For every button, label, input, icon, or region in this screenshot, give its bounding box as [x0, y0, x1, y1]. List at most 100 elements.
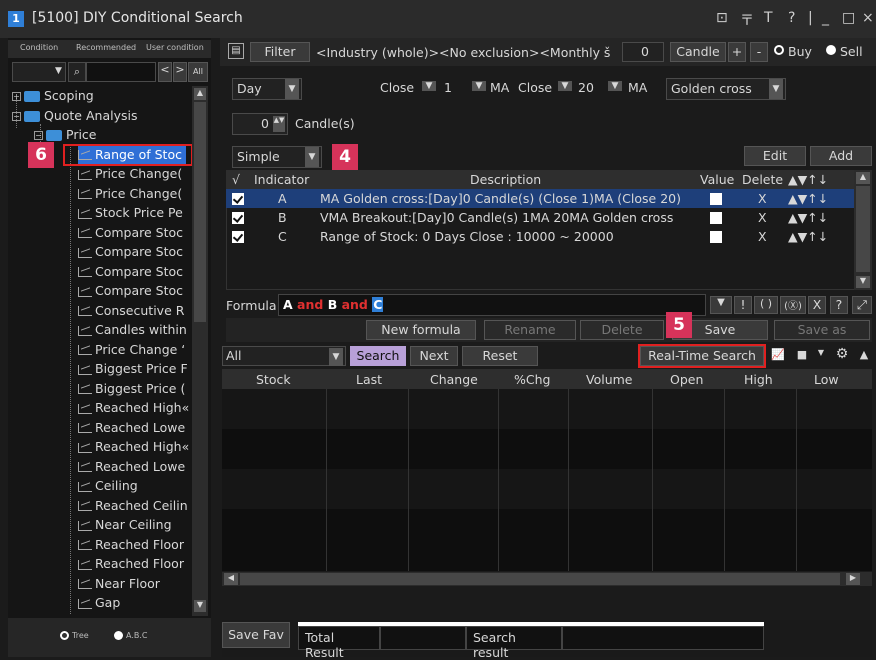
tree-item[interactable]: Compare Stoc	[78, 262, 183, 281]
collapse-up-icon[interactable]: ▲	[856, 348, 872, 362]
radio-abc[interactable]	[114, 631, 123, 640]
formula-clear-button[interactable]: X	[808, 296, 826, 314]
results-hscrollbar[interactable]: ◀ ▶	[222, 572, 872, 586]
square-icon[interactable]: ■	[794, 348, 810, 362]
next-button[interactable]: >	[173, 62, 187, 82]
col-open[interactable]: Open	[670, 372, 703, 387]
col-change[interactable]: Change	[430, 372, 478, 387]
row-order-buttons[interactable]: ▲▼↑↓	[788, 191, 828, 206]
row-delete-button[interactable]: X	[758, 229, 767, 244]
scroll-left-icon[interactable]: ◀	[224, 573, 238, 585]
delete-formula-button[interactable]: Delete	[580, 320, 664, 340]
tree-item[interactable]: Reached Floor	[78, 535, 184, 554]
new-formula-button[interactable]: New formula	[366, 320, 476, 340]
rename-button[interactable]: Rename	[484, 320, 576, 340]
tree-item[interactable]: Biggest Price F	[78, 359, 188, 378]
tree-item[interactable]: Compare Stoc	[78, 281, 183, 300]
chevron-down-icon[interactable]: ▼	[816, 348, 826, 362]
scroll-thumb[interactable]	[194, 102, 206, 322]
tree-search-input[interactable]	[86, 62, 156, 82]
formula-help-button[interactable]: ?	[830, 296, 848, 314]
tree-item[interactable]: Ceiling	[78, 476, 138, 495]
row-checkbox[interactable]	[232, 231, 244, 243]
minimize-icon[interactable]: _	[822, 10, 829, 26]
next-button[interactable]: Next	[410, 346, 458, 366]
col-last[interactable]: Last	[356, 372, 382, 387]
row-order-buttons[interactable]: ▲▼↑↓	[788, 210, 828, 225]
col-pct-chg[interactable]: %Chg	[514, 372, 550, 387]
col-stock[interactable]: Stock	[256, 372, 291, 387]
ma-period-select-2[interactable]: 20 ▼	[578, 80, 624, 100]
table-row[interactable]: A MA Golden cross:[Day]0 Candle(s) (Clos…	[226, 189, 854, 208]
tree-item[interactable]: Reached High«	[78, 437, 189, 456]
close-icon[interactable]: ×	[862, 10, 874, 26]
save-fav-button[interactable]: Save Fav	[222, 622, 290, 648]
tree-item[interactable]: Price Change(	[78, 164, 182, 183]
row-order-buttons[interactable]: ▲▼↑↓	[788, 229, 828, 244]
row-value-box[interactable]	[710, 212, 722, 224]
pin-icon[interactable]: 〒	[740, 10, 754, 30]
formula-dropdown-button[interactable]: ▼	[710, 296, 732, 314]
tree-item[interactable]: Reached High«	[78, 398, 189, 417]
tree-item[interactable]: Price Change(	[78, 184, 182, 203]
table-row[interactable]: C Range of Stock: 0 Days Close : 10000 ~…	[226, 227, 854, 246]
tree-item[interactable]: Reached Lowe	[78, 457, 185, 476]
col-volume[interactable]: Volume	[586, 372, 633, 387]
tree-item[interactable]: Compare Stoc	[78, 242, 183, 261]
gear-icon[interactable]: ⚙	[834, 346, 850, 362]
font-icon[interactable]: T	[764, 10, 773, 26]
scroll-up-icon[interactable]: ▲	[194, 88, 206, 100]
row-delete-button[interactable]: X	[758, 210, 767, 225]
radio-tree[interactable]	[60, 631, 69, 640]
all-button[interactable]: All	[188, 62, 208, 82]
col-high[interactable]: High	[744, 372, 773, 387]
filter-button[interactable]: Filter	[250, 42, 310, 62]
scroll-down-icon[interactable]: ▼	[856, 276, 870, 288]
radio-buy[interactable]	[774, 45, 784, 55]
add-candle-button[interactable]: +	[728, 42, 746, 62]
close-select-1[interactable]: Close ▼	[380, 80, 440, 100]
radio-sell[interactable]	[826, 45, 836, 55]
candle-button[interactable]: Candle	[670, 42, 726, 62]
table-icon[interactable]: ▤	[228, 43, 244, 59]
tree-item[interactable]: Reached Lowe	[78, 418, 185, 437]
link-icon[interactable]: ⊡	[716, 10, 728, 26]
ma-period-select-1[interactable]: 1 ▼	[444, 80, 488, 100]
tree-item[interactable]: Price Change ‘	[78, 340, 185, 359]
formula-xor-button[interactable]: (Ⓧ)	[780, 296, 806, 314]
tab-user-condition[interactable]: User condition	[146, 43, 204, 52]
period-select[interactable]: Day ▼	[232, 78, 302, 100]
category-select[interactable]: ▼	[12, 62, 66, 82]
table-row[interactable]: B VMA Breakout:[Day]0 Candle(s) 1MA 20MA…	[226, 208, 854, 227]
row-checkbox[interactable]	[232, 212, 244, 224]
scroll-down-icon[interactable]: ▼	[194, 600, 206, 612]
formula-input[interactable]: A and B and C	[278, 294, 706, 316]
formula-paren-button[interactable]: ( )	[754, 296, 778, 314]
row-value-box[interactable]	[710, 231, 722, 243]
prev-button[interactable]: <	[158, 62, 172, 82]
indicator-table-scrollbar[interactable]: ▲ ▼	[854, 170, 872, 290]
save-as-button[interactable]: Save as	[774, 320, 870, 340]
cross-type-select[interactable]: Golden cross ▼	[666, 78, 786, 100]
reset-button[interactable]: Reset	[462, 346, 538, 366]
expand-icon[interactable]: ⤢	[852, 296, 872, 314]
col-low[interactable]: Low	[814, 372, 839, 387]
help-icon[interactable]: ?	[788, 10, 795, 26]
scope-select[interactable]: All ▼	[222, 346, 346, 366]
tab-recommended[interactable]: Recommended	[76, 43, 136, 52]
filter-count-stepper[interactable]: 0	[622, 42, 664, 62]
tree-item[interactable]: Stock Price Pe	[78, 203, 183, 222]
tree-folder-scoping[interactable]: + Scoping	[12, 86, 94, 105]
tree-folder-quote-analysis[interactable]: − Quote Analysis	[12, 106, 137, 125]
search-icon[interactable]: ⌕	[68, 62, 86, 82]
tree-item[interactable]: Reached Ceilin	[78, 496, 188, 515]
tree-item[interactable]: Consecutive R	[78, 301, 184, 320]
scroll-thumb[interactable]	[240, 573, 840, 585]
tree-item[interactable]: Compare Stoc	[78, 223, 183, 242]
edit-button[interactable]: Edit	[744, 146, 806, 166]
search-button[interactable]: Search	[350, 346, 406, 366]
tree-item[interactable]: Near Ceiling	[78, 515, 172, 534]
tree-item[interactable]: Reached Floor	[78, 554, 184, 573]
tab-condition[interactable]: Condition	[20, 43, 58, 52]
tree-scrollbar[interactable]: ▲ ▼	[192, 86, 208, 616]
